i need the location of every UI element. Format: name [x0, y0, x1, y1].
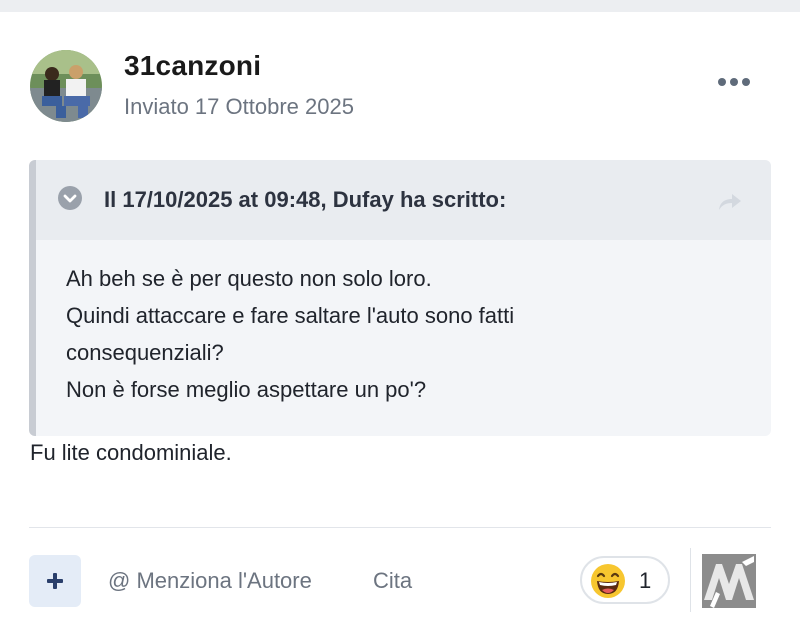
separator — [690, 548, 691, 612]
quote-title: Il 17/10/2025 at 09:48, Dufay ha scritto… — [104, 187, 507, 212]
quote-line: Ah beh se è per questo non solo loro. — [66, 266, 432, 291]
multiquote-add-button[interactable] — [29, 555, 81, 607]
post-body: Fu lite condominiale. — [30, 440, 232, 465]
quote-line: consequenziali? — [66, 340, 224, 365]
top-bar — [0, 0, 800, 12]
ellipsis-icon[interactable] — [718, 76, 750, 88]
quote-link[interactable]: Cita — [373, 568, 412, 594]
avatar[interactable] — [30, 50, 102, 122]
share-arrow-icon[interactable] — [716, 190, 744, 214]
mention-author-link[interactable]: @ Menziona l'Autore — [108, 568, 312, 594]
post-date[interactable]: Inviato 17 Ottobre 2025 — [124, 94, 354, 120]
reaction-count: 1 — [639, 568, 652, 593]
quote-line: Quindi attaccare e fare saltare l'auto s… — [66, 303, 515, 328]
quote-line: Non è forse meglio aspettare un po'? — [66, 377, 427, 402]
reactor-avatar[interactable] — [702, 554, 756, 608]
chevron-down-icon[interactable] — [58, 186, 82, 210]
reaction-badge[interactable]: 1 — [580, 556, 670, 604]
laughing-face-icon — [591, 564, 625, 598]
quote-text: Ah beh se è per questo non solo loro. Qu… — [66, 260, 514, 408]
divider — [29, 527, 771, 528]
author-name[interactable]: 31canzoni — [124, 50, 261, 82]
